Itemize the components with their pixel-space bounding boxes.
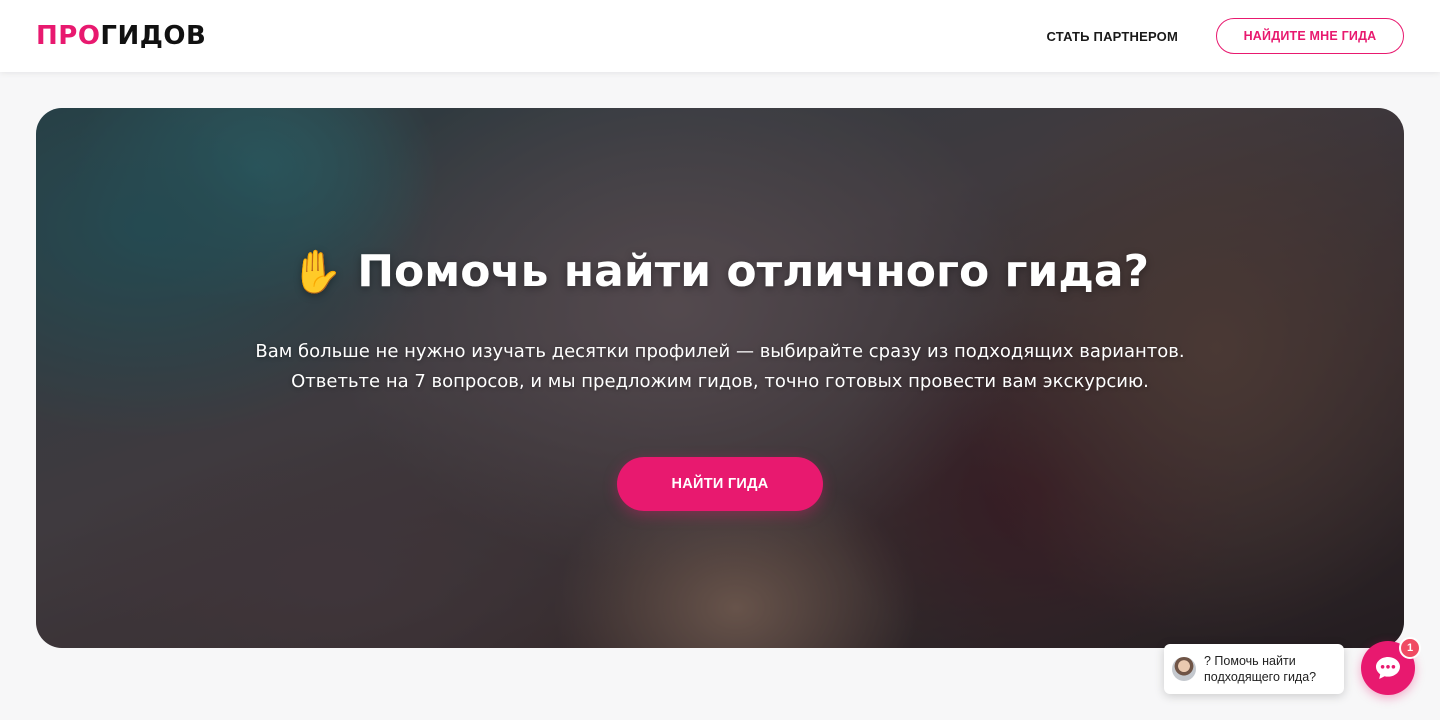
chat-prompt-text: ? Помочь найти подходящего гида? (1204, 654, 1317, 684)
hero-subtitle: Вам больше не нужно изучать десятки проф… (255, 337, 1184, 397)
find-guide-button[interactable]: НАЙТИ ГИДА (617, 457, 823, 511)
raised-hand-icon: ✋ (290, 246, 344, 296)
hero-banner: ✋ Помочь найти отличного гида? Вам больш… (36, 108, 1404, 648)
hero-subtitle-line1: Вам больше не нужно изучать десятки проф… (255, 341, 1185, 362)
find-me-guide-button[interactable]: НАЙДИТЕ МНЕ ГИДА (1216, 18, 1404, 54)
chat-icon (1376, 657, 1400, 679)
logo[interactable]: ПРО ГИДОВ (36, 21, 206, 51)
chat-prompt-bubble[interactable]: ? Помочь найти подходящего гида? (1164, 644, 1344, 694)
logo-gidov: ГИДОВ (100, 21, 207, 51)
header-nav: СТАТЬ ПАРТНЕРОМ НАЙДИТЕ МНЕ ГИДА (1047, 18, 1404, 54)
chat-agent-avatar (1172, 657, 1196, 681)
hero-title: ✋ Помочь найти отличного гида? (291, 246, 1149, 297)
site-header: ПРО ГИДОВ СТАТЬ ПАРТНЕРОМ НАЙДИТЕ МНЕ ГИД… (0, 0, 1440, 72)
hero-subtitle-line2: Ответьте на 7 вопросов, и мы предложим г… (291, 371, 1149, 392)
become-partner-link[interactable]: СТАТЬ ПАРТНЕРОМ (1047, 29, 1179, 44)
hero-title-text: Помочь найти отличного гида? (357, 246, 1150, 297)
logo-pro: ПРО (36, 21, 101, 51)
hero-content: ✋ Помочь найти отличного гида? Вам больш… (36, 108, 1404, 648)
